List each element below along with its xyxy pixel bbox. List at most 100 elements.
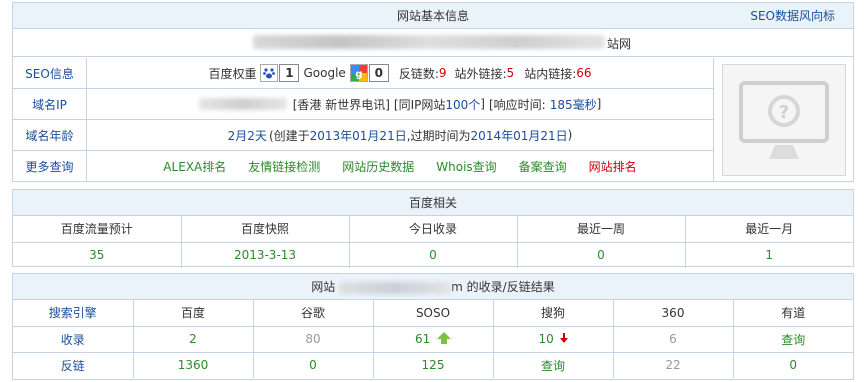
blurred-ip [198, 98, 287, 110]
more-row: 更多查询 ALEXA排名 友情链接检测 网站历史数据 Whois查询 备案查询 … [13, 151, 713, 182]
site-info-panel: 网站基本信息 SEO数据风向标 站网 SEO信息 百度权重 1 Google g… [12, 2, 854, 182]
svg-text:g: g [355, 69, 362, 80]
header-snapshot: 百度快照 [181, 216, 350, 243]
domain-row: 站网 [13, 29, 853, 57]
alexa-link[interactable]: ALEXA排名 [163, 158, 226, 175]
header-baidu: 百度 [133, 300, 254, 327]
friend-link-check[interactable]: 友情链接检测 [248, 158, 320, 175]
backlinks-label: 反链数: [398, 66, 439, 81]
engine-title-suffix: 的收录/反链结果 [466, 280, 555, 294]
engine-table: 搜索引擎 百度 谷歌 SOSO 搜狗 360 有道 收录 2 80 61 10 … [13, 300, 853, 378]
arrow-up-icon [437, 331, 452, 347]
response-time: 185毫秒 [549, 97, 597, 112]
expire-date: 2014年01月21日 [470, 128, 568, 143]
table-row: 35 2013-3-13 0 0 1 [13, 242, 853, 268]
age-row: 域名年龄 2月2天 (创建于 2013年01月21日 ,过期时间为 2014年01月2… [13, 120, 713, 151]
index-soso-cell: 61 [373, 326, 494, 353]
site-rank-link[interactable]: 网站排名 [589, 158, 637, 175]
google-label: Google [303, 66, 346, 80]
age-suffix: ) [567, 128, 573, 142]
header-traffic: 百度流量预计 [13, 216, 182, 243]
placeholder-monitor-icon: ? [722, 64, 846, 176]
baidu-weight-badge[interactable]: 1 [260, 64, 300, 82]
baidu-table: 百度流量预计 百度快照 今日收录 最近一周 最近一月 35 2013-3-13 … [13, 216, 853, 268]
domain-suffix: 站网 [607, 37, 632, 51]
external-links-value: 5 [506, 66, 515, 80]
history-data-link[interactable]: 网站历史数据 [342, 158, 414, 175]
baidu-title: 百度相关 [408, 196, 457, 210]
created-prefix: (创建于 [268, 128, 310, 143]
seo-row: SEO信息 百度权重 1 Google g 0 反链数: 9 站外链接: 5 站内链… [13, 58, 713, 89]
baidu-header: 百度相关 [13, 190, 853, 216]
response-prefix: [响应时间: [488, 97, 546, 112]
header-soso: SOSO [373, 300, 494, 327]
more-label: 更多查询 [13, 151, 87, 182]
table-row: 反链 1360 0 125 查询 22 0 [13, 352, 853, 378]
header-engine: 搜索引擎 [13, 300, 134, 327]
backlink-sogou[interactable]: 查询 [493, 352, 614, 378]
backlink-google[interactable]: 0 [253, 352, 374, 378]
same-ip-prefix: [同IP网站 [393, 97, 446, 112]
expire-prefix: ,过期时间为 [406, 128, 471, 143]
index-google[interactable]: 80 [253, 326, 374, 353]
engine-panel: 网站 m 的收录/反链结果 搜索引擎 百度 谷歌 SOSO 搜狗 360 有道 … [12, 273, 854, 380]
ip-content: [香港 新世界电讯] [同IP网站 100个] [响应时间: 185毫秒] [87, 96, 713, 113]
svg-text:?: ? [779, 102, 789, 123]
engine-title-prefix: 网站 [311, 280, 336, 294]
internal-links-label: 站内链接: [524, 66, 577, 81]
age-content: 2月2天 (创建于 2013年01月21日 ,过期时间为 2014年01月21日) [87, 127, 713, 144]
index-youdao[interactable]: 查询 [733, 326, 853, 353]
header-google: 谷歌 [253, 300, 374, 327]
backlink-label: 反链 [13, 352, 134, 378]
header-360: 360 [613, 300, 734, 327]
domain-age: 2月2天 [227, 128, 267, 143]
site-info-header: 网站基本信息 SEO数据风向标 [13, 3, 853, 29]
blurred-domain-title [339, 281, 452, 294]
index-360[interactable]: 6 [613, 326, 734, 353]
header-today: 今日收录 [349, 216, 518, 243]
google-pr-badge[interactable]: g 0 [349, 64, 389, 82]
created-date: 2013年01月21日 [309, 128, 407, 143]
backlink-soso[interactable]: 125 [373, 352, 494, 378]
index-sogou-cell: 10 [493, 326, 614, 353]
week-value: 0 [517, 242, 686, 268]
baidu-weight-value: 1 [279, 64, 300, 82]
index-sogou[interactable]: 10 [538, 332, 553, 346]
engine-header: 网站 m 的收录/反链结果 [13, 274, 853, 300]
seo-trend-link[interactable]: SEO数据风向标 [750, 3, 835, 29]
baidu-paw-icon [260, 64, 279, 82]
same-ip-count[interactable]: 100个 [445, 96, 480, 113]
index-baidu[interactable]: 2 [133, 326, 254, 353]
ip-label: 域名IP [13, 89, 87, 119]
header-youdao: 有道 [733, 300, 853, 327]
site-thumbnail: ? [713, 58, 854, 182]
arrow-down-icon [559, 332, 568, 346]
ip-row: 域名IP [香港 新世界电讯] [同IP网站 100个] [响应时间: 185毫秒] [13, 89, 713, 120]
month-value: 1 [765, 248, 774, 263]
google-g-icon: g [349, 64, 368, 82]
response-suffix: ] [596, 97, 602, 111]
header-month: 最近一月 [685, 216, 853, 243]
index-label: 收录 [13, 326, 134, 353]
index-soso[interactable]: 61 [415, 332, 430, 346]
internal-links-value: 66 [576, 66, 592, 80]
traffic-value: 35 [13, 242, 182, 268]
icp-query-link[interactable]: 备案查询 [519, 158, 567, 175]
engine-title-mid: m [451, 280, 463, 294]
table-header-row: 百度流量预计 百度快照 今日收录 最近一周 最近一月 [13, 216, 853, 243]
whois-link[interactable]: Whois查询 [436, 158, 496, 175]
table-row: 收录 2 80 61 10 6 查询 [13, 326, 853, 353]
backlink-youdao[interactable]: 0 [733, 352, 853, 378]
backlink-360[interactable]: 22 [613, 352, 734, 378]
baidu-weight-label: 百度权重 [208, 66, 257, 81]
table-header-row: 搜索引擎 百度 谷歌 SOSO 搜狗 360 有道 [13, 300, 853, 327]
ip-location: [香港 新世界电讯] [292, 97, 390, 112]
google-pr-value: 0 [368, 64, 389, 82]
site-info-title: 网站基本信息 [396, 9, 469, 23]
seo-content: 百度权重 1 Google g 0 反链数: 9 站外链接: 5 站内链接: 66 [87, 64, 713, 82]
backlink-baidu[interactable]: 1360 [133, 352, 254, 378]
snapshot-value[interactable]: 2013-3-13 [181, 242, 350, 268]
today-value: 0 [349, 242, 518, 268]
backlinks-value: 9 [438, 66, 447, 80]
baidu-panel: 百度相关 百度流量预计 百度快照 今日收录 最近一周 最近一月 35 2013-… [12, 189, 854, 268]
